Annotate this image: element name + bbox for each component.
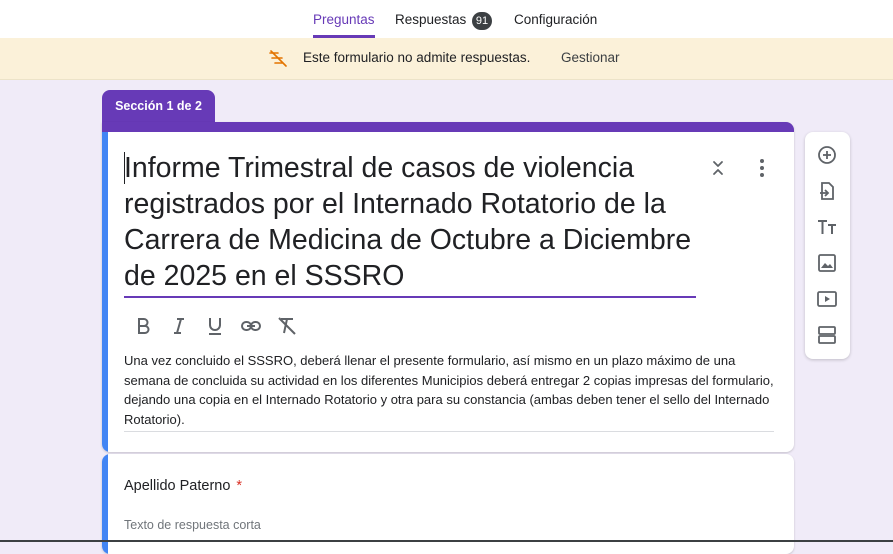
question-focus-bar <box>102 454 108 554</box>
responses-count-badge: 91 <box>472 12 492 30</box>
tab-preguntas[interactable]: Preguntas <box>313 0 375 38</box>
add-video-icon[interactable] <box>816 288 838 310</box>
form-description-input[interactable]: Una vez concluido el SSSRO, deberá llena… <box>124 351 774 432</box>
required-asterisk: * <box>236 478 243 494</box>
collapse-section-icon[interactable] <box>708 158 728 178</box>
add-title-icon[interactable] <box>816 216 838 238</box>
tab-configuracion[interactable]: Configuración <box>514 0 597 36</box>
banner-message: Este formulario no admite respuestas. <box>303 50 531 65</box>
floating-toolbar <box>805 132 850 359</box>
focus-indicator-bar <box>102 132 108 452</box>
section-indicator: Sección 1 de 2 <box>102 90 215 123</box>
short-answer-placeholder: Texto de respuesta corta <box>124 518 261 532</box>
italic-icon[interactable] <box>168 315 190 337</box>
add-section-icon[interactable] <box>816 324 838 346</box>
bold-icon[interactable] <box>132 315 154 337</box>
text-cursor <box>124 152 125 184</box>
question-label: Apellido Paterno * <box>124 478 242 494</box>
link-icon[interactable] <box>240 315 262 337</box>
question-label-text: Apellido Paterno <box>124 478 231 494</box>
clear-format-icon[interactable] <box>276 315 298 337</box>
add-image-icon[interactable] <box>816 252 838 274</box>
underline-icon[interactable] <box>204 315 226 337</box>
more-options-icon[interactable] <box>752 156 772 180</box>
question-card[interactable]: Apellido Paterno * Texto de respuesta cor… <box>102 454 794 554</box>
add-question-icon[interactable] <box>816 144 838 166</box>
no-responses-icon <box>269 50 287 67</box>
form-header-card[interactable]: Informe Trimestral de casos de violencia… <box>102 122 794 452</box>
top-tab-bar: Preguntas Respuestas 91 Configuración <box>0 0 893 39</box>
manage-button[interactable]: Gestionar <box>561 50 620 65</box>
form-title-input[interactable]: Informe Trimestral de casos de violencia… <box>124 150 696 298</box>
tab-respuestas[interactable]: Respuestas <box>395 0 466 36</box>
not-accepting-responses-banner: Este formulario no admite respuestas. Ge… <box>0 38 893 80</box>
import-questions-icon[interactable] <box>816 180 838 202</box>
